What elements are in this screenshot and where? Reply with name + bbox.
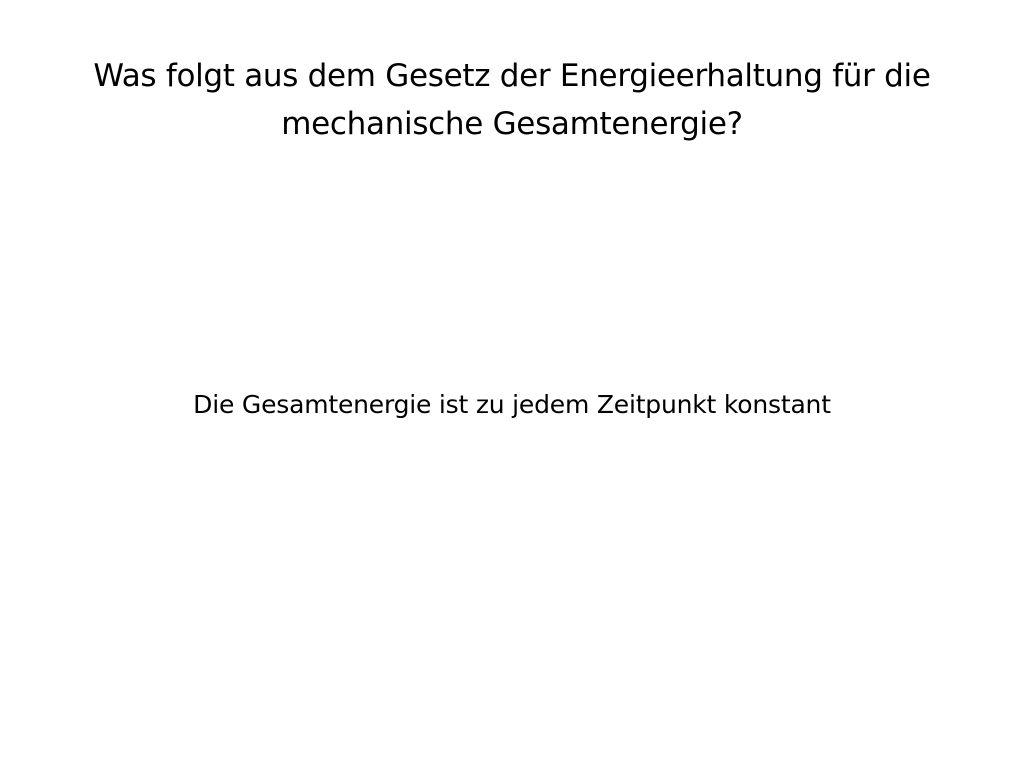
flashcard: Was folgt aus dem Gesetz der Energieerha… xyxy=(0,0,1024,768)
card-question: Was folgt aus dem Gesetz der Energieerha… xyxy=(93,58,931,142)
card-answer: Die Gesamtenergie ist zu jedem Zeitpunkt… xyxy=(193,390,831,419)
